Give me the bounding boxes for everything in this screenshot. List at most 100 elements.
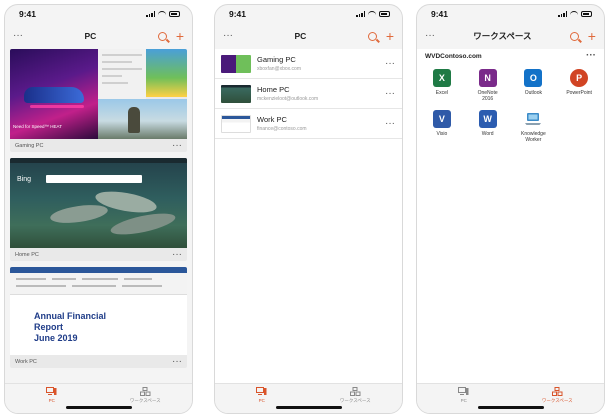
pc-tile-home[interactable]: Bing Home PC ··· <box>10 158 187 261</box>
app-outlook[interactable]: O Outlook <box>511 69 557 102</box>
nav-bar: ··· PC + <box>5 23 192 49</box>
pc-name: Home PC <box>257 85 290 94</box>
more-icon[interactable]: ··· <box>13 31 23 41</box>
pc-icon <box>458 387 469 395</box>
bing-search-box <box>46 175 142 183</box>
more-icon[interactable]: ··· <box>172 140 182 151</box>
powerpoint-icon: P <box>570 69 589 87</box>
tab-workspace[interactable]: ワークスペース <box>320 387 390 413</box>
phone-list-view: 9:41 ··· PC + Gaming PC xboxfan@xbox.com <box>214 4 403 414</box>
tile-label: Gaming PC <box>15 142 44 149</box>
pc-email: mckenzieloot@outlook.com <box>257 96 319 102</box>
app-grid: X Excel N OneNote 2016 O Outlook P Power… <box>417 63 604 143</box>
tile-label: Home PC <box>15 251 39 258</box>
workspace-icon <box>349 387 361 396</box>
more-icon[interactable]: ··· <box>425 31 435 41</box>
gaming-pc-thumbnail <box>221 54 251 73</box>
signal-icon <box>356 11 365 17</box>
wifi-icon <box>570 11 578 17</box>
pc-name: Work PC <box>257 115 287 124</box>
pc-tile-gaming[interactable]: Need for Speed™ HEAT Gaming PC ··· <box>10 49 187 152</box>
status-icons <box>356 11 390 17</box>
status-icons <box>558 11 592 17</box>
more-icon[interactable]: ··· <box>586 51 596 61</box>
pc-icon <box>46 387 57 395</box>
more-icon[interactable]: ··· <box>385 88 395 99</box>
more-icon[interactable]: ··· <box>385 118 395 129</box>
app-label: Outlook <box>524 90 542 96</box>
add-icon[interactable]: + <box>176 29 184 43</box>
add-icon[interactable]: + <box>588 29 596 43</box>
status-bar: 9:41 <box>417 5 604 23</box>
home-indicator <box>477 406 544 409</box>
work-pc-thumbnail <box>221 114 251 133</box>
search-icon[interactable] <box>367 31 377 41</box>
tab-workspace[interactable]: ワークスペース <box>522 387 592 413</box>
page-title: PC <box>294 31 307 41</box>
doc-heading: Annual Financial Report June 2019 <box>34 311 107 343</box>
tab-workspace[interactable]: ワークスペース <box>110 387 180 413</box>
status-bar: 9:41 <box>5 5 192 23</box>
tab-bar: PC ワークスペース <box>417 383 604 413</box>
pc-icon <box>256 387 267 395</box>
wifi-icon <box>368 11 376 17</box>
app-knowledge-worker[interactable]: Knowledge Worker <box>511 110 557 143</box>
workspace-name: WVDContoso.com <box>425 52 482 60</box>
word-icon: W <box>478 110 497 128</box>
pc-tiles: Need for Speed™ HEAT Gaming PC ··· Bing <box>5 49 192 383</box>
add-icon[interactable]: + <box>386 29 394 43</box>
page-title: ワークスペース <box>473 31 532 41</box>
work-pc-thumbnail: Annual Financial Report June 2019 <box>10 267 187 355</box>
excel-icon: X <box>432 69 451 87</box>
pc-list: Gaming PC xboxfan@xbox.com ··· Home PC m… <box>215 49 402 383</box>
list-item[interactable]: Gaming PC xboxfan@xbox.com ··· <box>215 49 402 79</box>
app-powerpoint[interactable]: P PowerPoint <box>556 69 602 102</box>
list-item[interactable]: Work PC finance@contoso.com ··· <box>215 109 402 139</box>
home-pc-thumbnail: Bing <box>10 158 187 248</box>
pc-name: Gaming PC <box>257 55 296 64</box>
game-title: Need for Speed™ HEAT <box>13 124 62 129</box>
nav-bar: ··· ワークスペース + <box>417 23 604 49</box>
home-indicator <box>275 406 342 409</box>
app-label: OneNote 2016 <box>477 90 498 102</box>
tab-pc[interactable]: PC <box>429 387 499 413</box>
search-icon[interactable] <box>157 31 167 41</box>
battery-icon <box>379 11 390 17</box>
workspace-content: WVDContoso.com ··· X Excel N OneNote 201… <box>417 49 604 383</box>
more-icon[interactable]: ··· <box>223 31 233 41</box>
pc-tile-work[interactable]: Annual Financial Report June 2019 Work P… <box>10 267 187 368</box>
gaming-pc-thumbnail: Need for Speed™ HEAT <box>10 49 187 139</box>
tab-pc[interactable]: PC <box>17 387 87 413</box>
app-onenote[interactable]: N OneNote 2016 <box>465 69 511 102</box>
search-icon[interactable] <box>569 31 579 41</box>
app-label: Visio <box>436 131 448 137</box>
workspace-icon <box>139 387 151 396</box>
pc-email: xboxfan@xbox.com <box>257 66 301 72</box>
tab-pc[interactable]: PC <box>227 387 297 413</box>
wifi-icon <box>158 11 166 17</box>
nav-bar: ··· PC + <box>215 23 402 49</box>
app-label: Knowledge Worker <box>521 131 546 143</box>
pc-email: finance@contoso.com <box>257 126 307 132</box>
more-icon[interactable]: ··· <box>385 58 395 69</box>
status-time: 9:41 <box>229 9 247 19</box>
app-visio[interactable]: V Visio <box>419 110 465 143</box>
tab-bar: PC ワークスペース <box>215 383 402 413</box>
home-indicator <box>65 406 132 409</box>
onenote-icon: N <box>478 69 497 87</box>
battery-icon <box>169 11 180 17</box>
app-store-screenshot-set: 9:41 ··· PC + Need for Speed™ HEAT Gamin… <box>0 0 609 418</box>
status-icons <box>146 11 180 17</box>
app-label: Excel <box>435 90 448 96</box>
laptop-icon <box>525 113 542 125</box>
bing-logo: Bing <box>17 176 32 183</box>
status-time: 9:41 <box>19 9 37 19</box>
app-label: Word <box>481 131 494 137</box>
app-label: PowerPoint <box>566 90 592 96</box>
phone-workspace-view: 9:41 ··· ワークスペース + WVDContoso.com ··· X <box>416 4 605 414</box>
more-icon[interactable]: ··· <box>172 356 182 367</box>
app-word[interactable]: W Word <box>465 110 511 143</box>
list-item[interactable]: Home PC mckenzieloot@outlook.com ··· <box>215 79 402 109</box>
more-icon[interactable]: ··· <box>172 249 182 260</box>
app-excel[interactable]: X Excel <box>419 69 465 102</box>
